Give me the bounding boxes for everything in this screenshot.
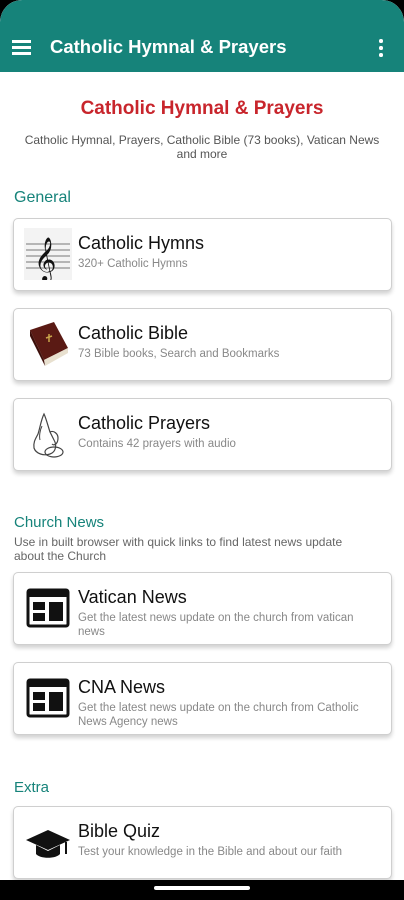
card-title: Bible Quiz bbox=[78, 821, 161, 841]
newspaper-icon bbox=[24, 672, 72, 724]
card-bible-quiz[interactable]: Bible Quiz Test your knowledge in the Bi… bbox=[13, 806, 392, 879]
card-title: CNA News bbox=[78, 677, 166, 697]
menu-icon[interactable] bbox=[12, 38, 34, 56]
card-title: Catholic Bible bbox=[78, 323, 189, 343]
app-screen: Catholic Hymnal & Prayers Catholic Hymna… bbox=[0, 0, 404, 880]
card-subtitle: 73 Bible books, Search and Bookmarks bbox=[78, 348, 280, 360]
more-options-icon[interactable] bbox=[376, 38, 386, 58]
treble-clef-icon: 𝄞 bbox=[24, 228, 72, 283]
card-subtitle: Test your knowledge in the Bible and abo… bbox=[78, 846, 343, 858]
hero-subtitle: Catholic Hymnal, Prayers, Catholic Bible… bbox=[24, 133, 380, 161]
card-title: Catholic Prayers bbox=[78, 413, 211, 433]
newspaper-icon bbox=[24, 582, 72, 634]
home-indicator[interactable] bbox=[154, 886, 250, 890]
app-bar: Catholic Hymnal & Prayers bbox=[0, 0, 404, 72]
svg-text:𝄞: 𝄞 bbox=[34, 237, 56, 280]
card-subtitle: Get the latest news update on the church… bbox=[78, 612, 354, 638]
card-subtitle: Get the latest news update on the church… bbox=[78, 702, 359, 728]
graduation-cap-icon bbox=[24, 816, 72, 868]
section-extra-heading: Extra bbox=[14, 779, 50, 796]
section-news-description: Use in built browser with quick links to… bbox=[14, 535, 343, 563]
bible-book-icon bbox=[24, 318, 72, 370]
praying-hands-icon bbox=[24, 408, 72, 460]
card-vatican-news[interactable]: Vatican News Get the latest news update … bbox=[13, 572, 392, 645]
card-subtitle: Contains 42 prayers with audio bbox=[78, 438, 236, 450]
card-subtitle: 320+ Catholic Hymns bbox=[78, 258, 188, 270]
card-title: Catholic Hymns bbox=[78, 233, 205, 253]
section-news-heading: Church News bbox=[14, 514, 105, 531]
hero-title: Catholic Hymnal & Prayers bbox=[80, 98, 324, 119]
section-general-heading: General bbox=[14, 189, 71, 206]
card-catholic-prayers[interactable]: Catholic Prayers Contains 42 prayers wit… bbox=[13, 398, 392, 471]
card-catholic-bible[interactable]: Catholic Bible 73 Bible books, Search an… bbox=[13, 308, 392, 381]
card-catholic-hymns[interactable]: 𝄞 Catholic Hymns 320+ Catholic Hymns bbox=[13, 218, 392, 291]
app-title: Catholic Hymnal & Prayers bbox=[50, 36, 287, 57]
card-cna-news[interactable]: CNA News Get the latest news update on t… bbox=[13, 662, 392, 735]
card-title: Vatican News bbox=[78, 587, 187, 607]
